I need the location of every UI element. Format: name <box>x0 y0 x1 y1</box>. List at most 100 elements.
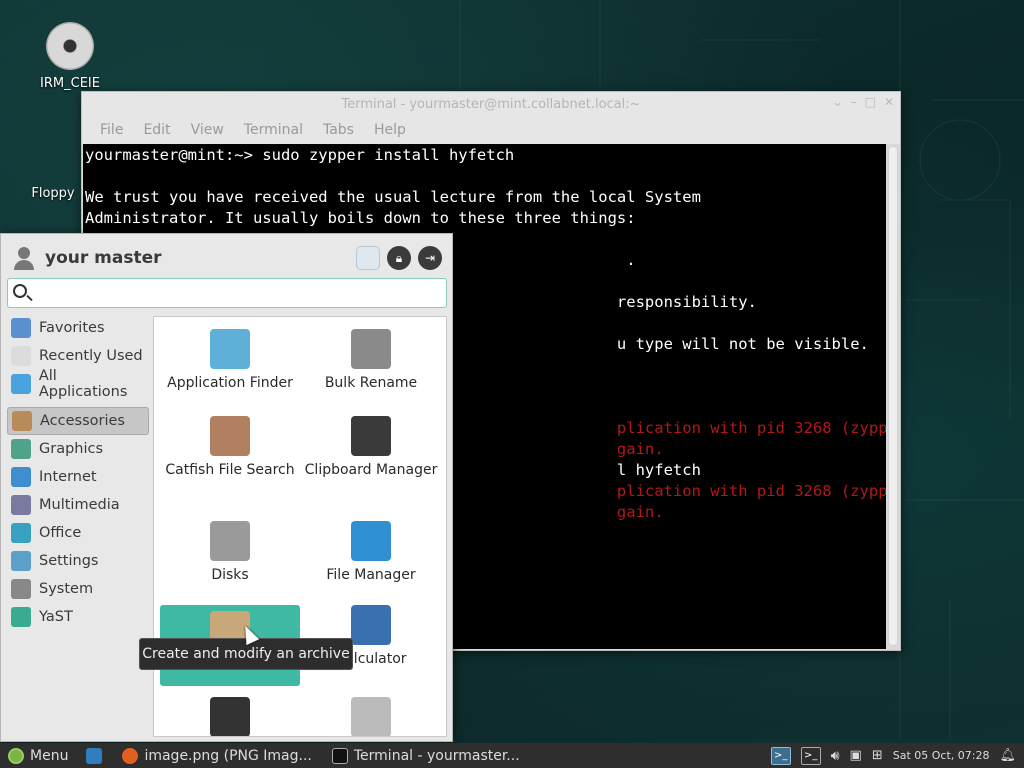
calculator-icon <box>351 605 391 645</box>
taskbar-item-image[interactable]: image.png (PNG Imag... <box>112 743 321 768</box>
username: your master <box>45 248 162 268</box>
app-font-viewer[interactable] <box>160 697 300 736</box>
category-label: Multimedia <box>39 497 120 513</box>
window-title: Terminal - yourmaster@mint.collabnet.loc… <box>341 96 641 112</box>
application-finder-icon <box>210 329 250 369</box>
volume-icon[interactable]: 🔊︎ <box>831 748 840 764</box>
clock[interactable]: Sat 05 Oct, 07:28 <box>893 749 990 762</box>
terminal-scrollbar[interactable] <box>888 146 898 646</box>
yast-icon <box>11 607 31 627</box>
menu-help[interactable]: Help <box>364 122 416 138</box>
category-internet[interactable]: Internet <box>7 463 149 491</box>
category-favorites[interactable]: Favorites <box>7 314 149 342</box>
menu-view[interactable]: View <box>181 122 234 138</box>
desktop-icon <box>86 747 103 764</box>
taskbar-item-label: image.png (PNG Imag... <box>144 747 312 764</box>
app-disks[interactable]: Disks <box>160 521 300 586</box>
terminal-line: We trust you have received the usual lec… <box>85 188 701 206</box>
favorites-icon <box>11 318 31 338</box>
app-label: Bulk Rename <box>324 375 418 391</box>
font-viewer-icon <box>210 697 250 736</box>
menu-header: your master 🔒︎ ⇥ <box>1 234 452 282</box>
close-icon[interactable]: ✕ <box>884 95 894 109</box>
app-label: Disks <box>211 567 249 583</box>
bulk-rename-icon <box>351 329 391 369</box>
category-recently-used[interactable]: Recently Used <box>7 342 149 370</box>
menu-button-label: Menu <box>30 747 69 764</box>
app-keyboard[interactable] <box>301 697 441 736</box>
app-label: Catfish File Search <box>165 462 295 478</box>
menu-terminal[interactable]: Terminal <box>234 122 313 138</box>
clipboard-tray-icon[interactable]: ▣ <box>850 748 862 763</box>
system-icon <box>11 579 31 599</box>
terminal-titlebar[interactable]: Terminal - yourmaster@mint.collabnet.loc… <box>82 92 900 116</box>
app-bulk-rename[interactable]: Bulk Rename <box>301 329 441 394</box>
taskbar: Menu image.png (PNG Imag... Terminal - y… <box>0 743 1024 768</box>
recent-icon <box>11 346 31 366</box>
firefox-icon <box>122 747 139 764</box>
terminal-icon <box>331 747 348 764</box>
menu-button[interactable]: Menu <box>0 743 76 768</box>
category-all-applications[interactable]: All Applications <box>7 368 149 400</box>
settings-manager-icon[interactable] <box>356 246 380 270</box>
search-input[interactable] <box>7 278 447 308</box>
user-icon <box>11 245 37 271</box>
desktop-icon-irm-ceie[interactable]: IRM_CEIE <box>25 22 115 91</box>
category-graphics[interactable]: Graphics <box>7 435 149 463</box>
category-yast[interactable]: YaST <box>7 603 149 631</box>
app-clipboard-manager[interactable]: Clipboard Manager <box>301 416 441 481</box>
app-label: Application Finder <box>167 375 293 391</box>
category-label: Accessories <box>40 413 125 429</box>
category-settings[interactable]: Settings <box>7 547 149 575</box>
category-label: Favorites <box>39 320 105 336</box>
taskbar-item-label: Terminal - yourmaster... <box>353 747 520 764</box>
menu-tabs[interactable]: Tabs <box>313 122 364 138</box>
category-office[interactable]: Office <box>7 519 149 547</box>
category-multimedia[interactable]: Multimedia <box>7 491 149 519</box>
category-label: Graphics <box>39 441 104 457</box>
category-label: YaST <box>39 609 73 625</box>
terminal-menubar: File Edit View Terminal Tabs Help <box>82 116 900 144</box>
category-system[interactable]: System <box>7 575 149 603</box>
accessories-icon <box>12 411 32 431</box>
taskbar-item-terminal[interactable]: Terminal - yourmaster... <box>322 743 530 768</box>
logout-icon[interactable]: ⇥ <box>418 246 442 270</box>
graphics-icon <box>11 439 31 459</box>
show-desktop-button[interactable] <box>76 743 112 768</box>
app-label: File Manager <box>326 567 416 583</box>
maximize-icon[interactable]: □ <box>865 95 876 109</box>
menu-icon[interactable]: ⌄ <box>833 95 843 109</box>
office-icon <box>11 523 31 543</box>
category-accessories[interactable]: Accessories <box>7 407 149 435</box>
app-grid: Application Finder Bulk Rename Catfish Fil… <box>153 316 447 737</box>
catfish-icon <box>210 416 250 456</box>
app-file-manager[interactable]: File Manager <box>301 521 441 586</box>
app-catfish-file-search[interactable]: Catfish File Search <box>160 416 300 481</box>
app-application-finder[interactable]: Application Finder <box>160 329 300 394</box>
menu-edit[interactable]: Edit <box>133 122 180 138</box>
all-apps-icon <box>11 374 31 394</box>
app-label: Clipboard Manager <box>304 462 438 478</box>
clipboard-icon <box>351 416 391 456</box>
multimedia-icon <box>11 495 31 515</box>
file-manager-icon <box>351 521 391 561</box>
lock-icon[interactable]: 🔒︎ <box>387 246 411 270</box>
category-label: Recently Used <box>39 348 143 364</box>
settings-icon <box>11 551 31 571</box>
cd-drive-icon <box>46 22 94 70</box>
keyboard-icon <box>351 697 391 736</box>
network-icon[interactable]: ⊞ <box>872 748 883 763</box>
internet-icon <box>11 467 31 487</box>
terminal-tray-icon[interactable]: >_ <box>770 746 791 765</box>
menu-file[interactable]: File <box>90 122 133 138</box>
terminal-line: Administrator. It usually boils down to … <box>85 209 636 227</box>
terminal-tray-icon-2[interactable]: >_ <box>800 746 821 765</box>
category-label: Office <box>39 525 82 541</box>
mint-logo-icon <box>8 747 24 764</box>
category-label: System <box>39 581 94 597</box>
notification-bell-icon[interactable]: 🔔︎ <box>999 748 1016 763</box>
minimize-icon[interactable]: – <box>851 95 857 109</box>
category-label: Internet <box>39 469 97 485</box>
disks-icon <box>210 521 250 561</box>
